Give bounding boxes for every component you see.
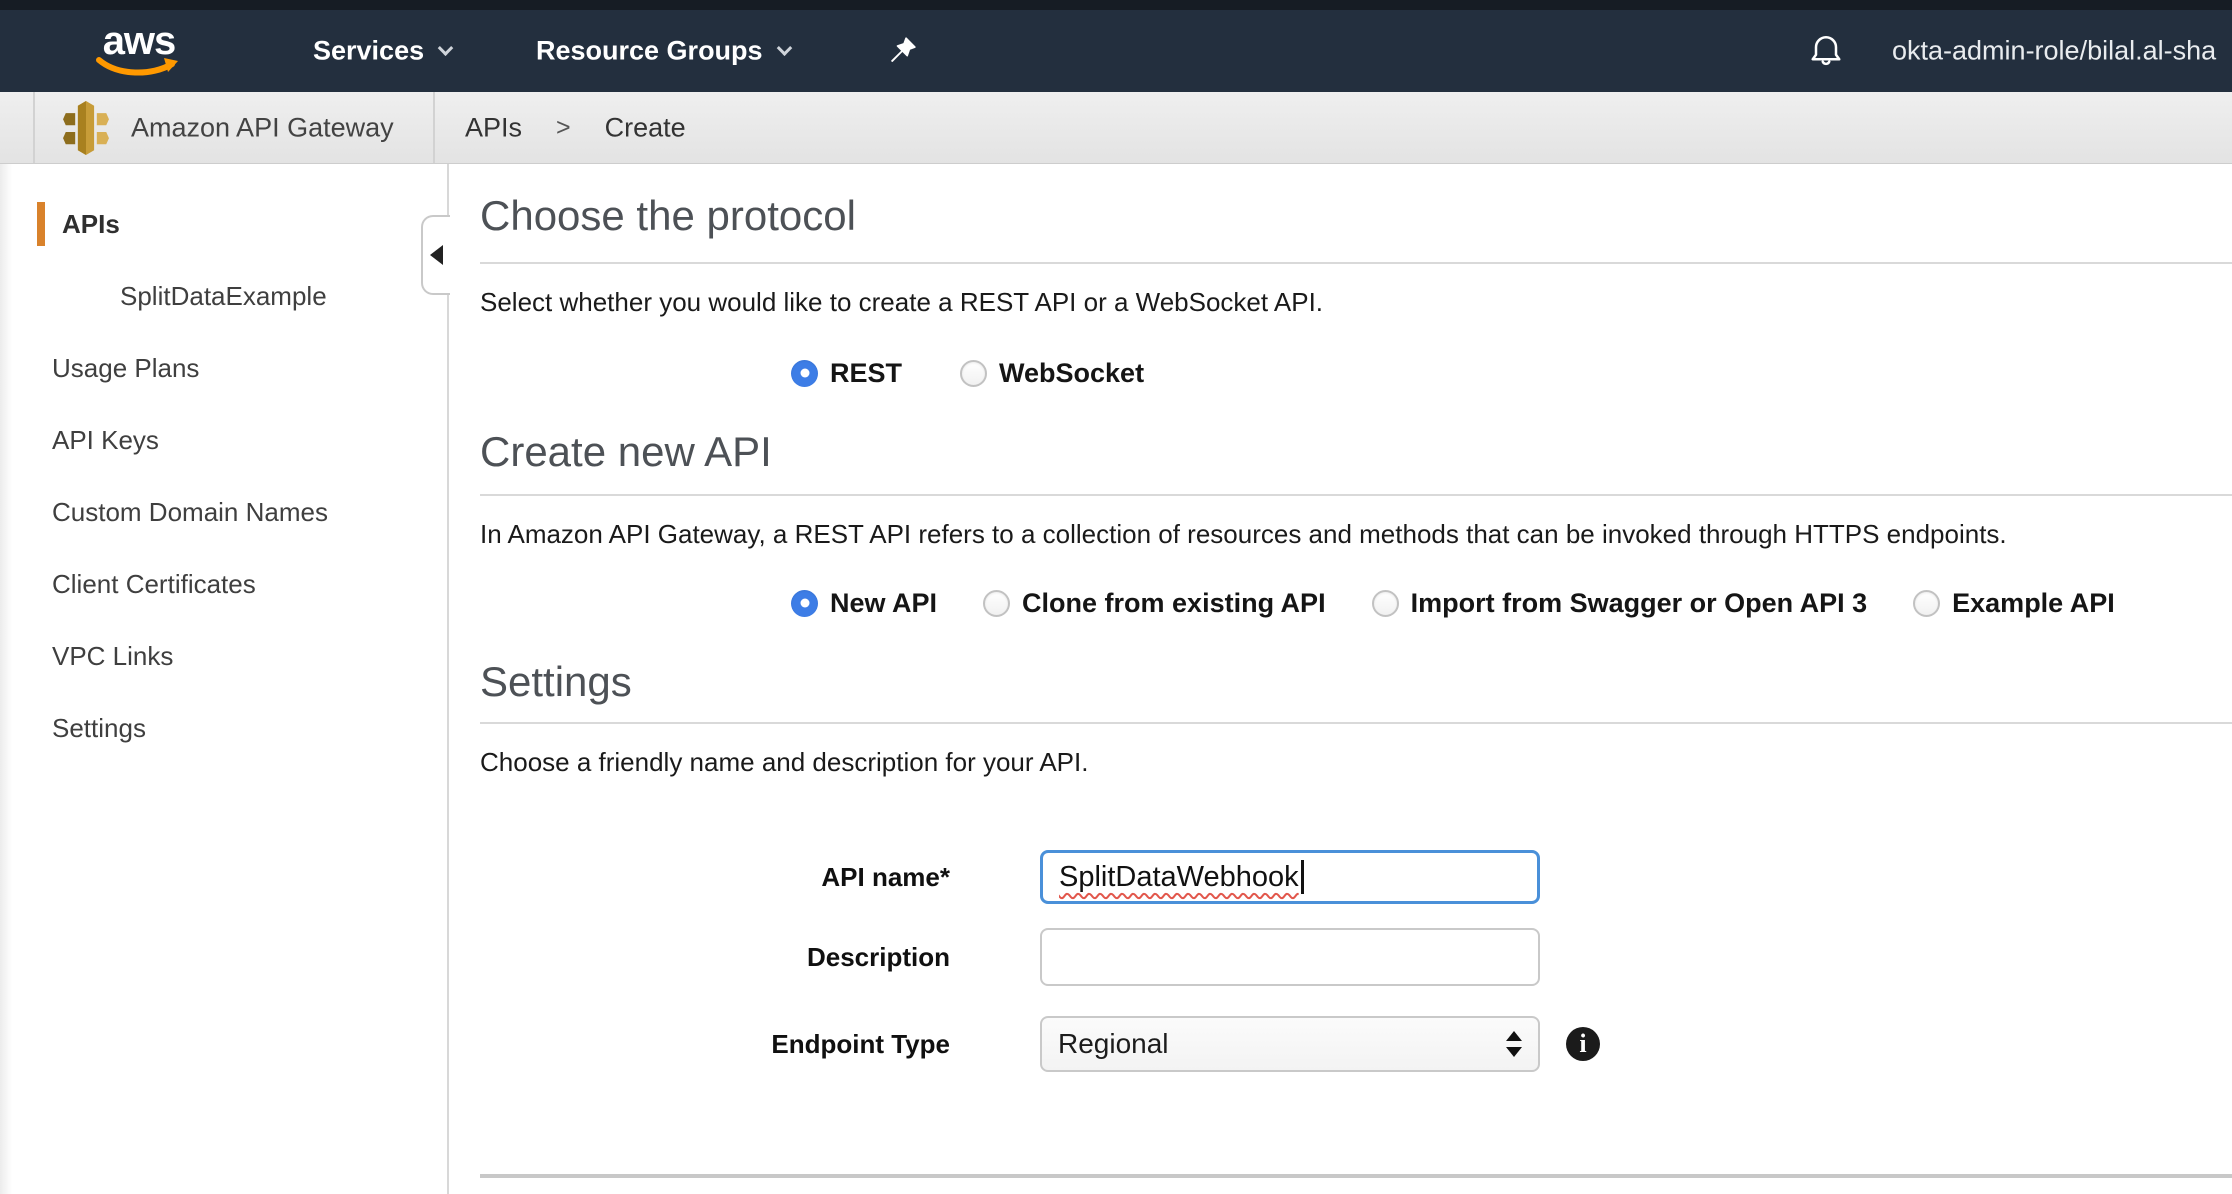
radio-selected-icon [791, 590, 818, 617]
nav-resource-groups-menu[interactable]: Resource Groups [536, 36, 790, 67]
active-item-accent-bar [37, 202, 45, 246]
divider [480, 722, 2232, 724]
main-content: Choose the protocol Select whether you w… [449, 164, 2232, 1194]
description-input[interactable] [1040, 928, 1540, 986]
breadcrumb: APIs > Create [465, 112, 686, 143]
account-menu[interactable]: okta-admin-role/bilal.al-sha [1892, 36, 2216, 67]
aws-top-nav: aws Services Resource Groups okta-admin-… [0, 10, 2232, 92]
create-api-radio-group: New API Clone from existing API Import f… [791, 586, 2232, 620]
section-bottom-divider [480, 1174, 2232, 1178]
service-name[interactable]: Amazon API Gateway [131, 112, 394, 143]
sidebar-item-client-certificates[interactable]: Client Certificates [0, 548, 447, 620]
aws-logo[interactable]: aws [96, 23, 182, 79]
radio-selected-icon [791, 360, 818, 387]
settings-description: Choose a friendly name and description f… [480, 746, 2232, 778]
sidebar-item-custom-domain-names[interactable]: Custom Domain Names [0, 476, 447, 548]
notifications-bell-icon[interactable] [1806, 31, 1846, 71]
radio-example-api[interactable]: Example API [1913, 588, 2115, 619]
endpoint-type-label: Endpoint Type [480, 1029, 950, 1060]
api-name-row: API name* SplitDataWebhook [480, 850, 2232, 904]
protocol-radio-group: REST WebSocket [791, 356, 2232, 390]
api-name-label: API name* [480, 862, 950, 893]
endpoint-type-row: Endpoint Type Regional [480, 1016, 2232, 1072]
api-name-value: SplitDataWebhook [1059, 861, 1299, 894]
section-title-settings: Settings [480, 658, 2232, 706]
sidebar-item-api-keys[interactable]: API Keys [0, 404, 447, 476]
select-stepper-icon [1506, 1031, 1522, 1057]
aws-smile-icon [96, 57, 182, 79]
api-gateway-icon [63, 101, 109, 155]
nav-resource-groups-label: Resource Groups [536, 36, 763, 67]
radio-unselected-icon [960, 360, 987, 387]
radio-rest[interactable]: REST [791, 358, 902, 389]
sidebar-item-vpc-links[interactable]: VPC Links [0, 620, 447, 692]
sidebar-item-apis[interactable]: APIs [0, 188, 447, 260]
radio-websocket[interactable]: WebSocket [960, 358, 1144, 389]
text-cursor [1301, 860, 1304, 894]
browser-top-strip [0, 0, 2232, 10]
endpoint-type-select[interactable]: Regional [1040, 1016, 1540, 1072]
chevron-down-icon [438, 40, 454, 56]
settings-form: API name* SplitDataWebhook Description E… [480, 850, 2232, 1072]
chevron-down-icon [776, 40, 792, 56]
radio-import-swagger[interactable]: Import from Swagger or Open API 3 [1372, 588, 1868, 619]
radio-new-api[interactable]: New API [791, 588, 937, 619]
sidebar-item-settings[interactable]: Settings [0, 692, 447, 764]
sidebar: APIs SplitDataExample Usage Plans API Ke… [0, 164, 447, 1194]
divider [480, 262, 2232, 264]
api-name-input[interactable]: SplitDataWebhook [1040, 850, 1540, 904]
nav-services-menu[interactable]: Services [313, 36, 451, 67]
nav-services-label: Services [313, 36, 424, 67]
radio-clone-existing-api[interactable]: Clone from existing API [983, 588, 1326, 619]
radio-unselected-icon [1372, 590, 1399, 617]
breadcrumb-separator: > [556, 113, 571, 142]
breadcrumb-apis[interactable]: APIs [465, 112, 522, 143]
aws-logo-text: aws [103, 23, 176, 59]
sidebar-item-usage-plans[interactable]: Usage Plans [0, 332, 447, 404]
endpoint-type-value: Regional [1058, 1028, 1169, 1060]
divider [33, 92, 35, 163]
section-title-create: Create new API [480, 428, 2232, 476]
collapse-arrow-icon [430, 245, 443, 265]
sidebar-item-splitdataexample[interactable]: SplitDataExample [0, 260, 447, 332]
divider [433, 92, 435, 163]
breadcrumb-bar: Amazon API Gateway APIs > Create [0, 92, 2232, 164]
sidebar-collapse-button[interactable] [421, 215, 450, 295]
create-description: In Amazon API Gateway, a REST API refers… [480, 518, 2232, 550]
pushpin-icon[interactable] [884, 34, 918, 68]
section-title-protocol: Choose the protocol [480, 192, 2232, 240]
divider [480, 494, 2232, 496]
info-icon[interactable] [1566, 1027, 1600, 1061]
radio-unselected-icon [983, 590, 1010, 617]
radio-unselected-icon [1913, 590, 1940, 617]
protocol-description: Select whether you would like to create … [480, 286, 2232, 318]
breadcrumb-create: Create [605, 112, 686, 143]
description-row: Description [480, 928, 2232, 986]
description-label: Description [480, 942, 950, 973]
